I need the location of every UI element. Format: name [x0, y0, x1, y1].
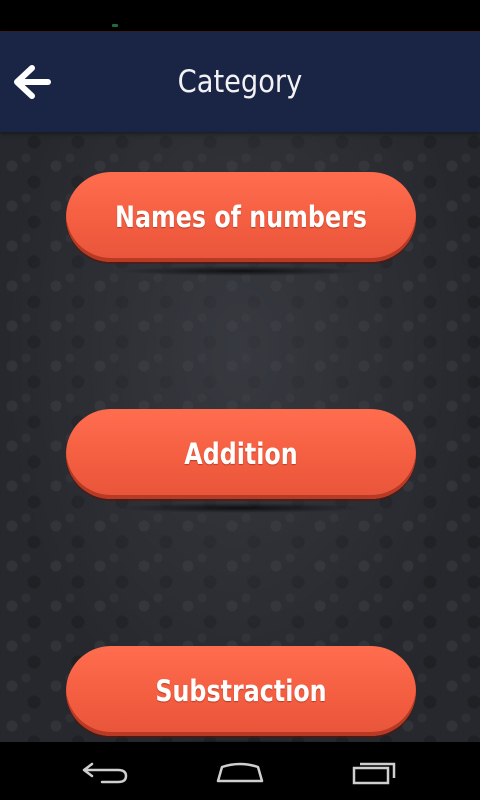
status-bar	[0, 0, 480, 32]
category-button-substraction[interactable]: Substraction	[66, 646, 416, 742]
nav-back-icon	[82, 762, 128, 784]
category-button-label: Substraction	[155, 674, 327, 708]
toolbar: Category	[0, 32, 480, 132]
category-button-names-of-numbers[interactable]: Names of numbers	[66, 172, 416, 276]
back-button[interactable]	[8, 56, 56, 108]
category-button-addition[interactable]: Addition	[66, 409, 416, 513]
page-title: Category	[177, 64, 303, 100]
nav-home-icon	[216, 762, 264, 783]
arrow-left-icon	[14, 65, 51, 99]
category-button-label: Addition	[184, 437, 298, 471]
nav-back-button[interactable]	[58, 742, 154, 800]
category-list[interactable]: Names of numbers Addition Substraction	[0, 32, 480, 742]
nav-home-button[interactable]	[192, 742, 288, 800]
category-button-label: Names of numbers	[115, 200, 367, 234]
nav-recents-icon	[352, 762, 396, 785]
nav-recents-button[interactable]	[326, 742, 422, 800]
notification-icon	[112, 24, 118, 27]
app-screen: Names of numbers Addition Substraction C…	[0, 0, 480, 800]
navigation-bar	[0, 742, 480, 800]
